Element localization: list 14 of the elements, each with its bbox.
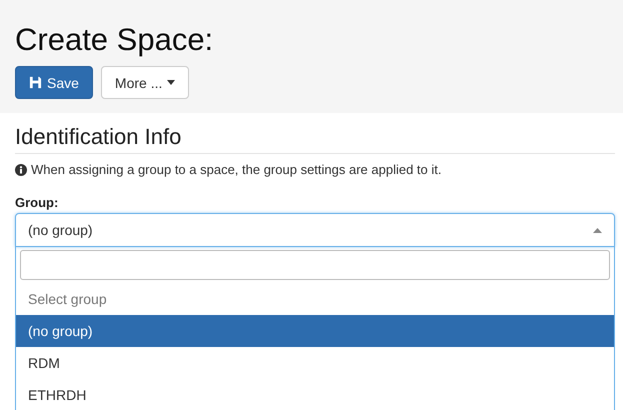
info-text: When assigning a group to a space, the group settings are applied to it.	[31, 162, 442, 177]
page-title: Create Space:	[15, 22, 214, 58]
section-heading: Identification Info	[15, 123, 615, 154]
search-field[interactable]	[20, 250, 610, 280]
group-option[interactable]: ETHRDH	[16, 379, 614, 410]
group-label: Group:	[15, 195, 60, 210]
more-dropdown-button[interactable]: More ...	[100, 66, 190, 99]
group-option[interactable]: (no group)	[16, 315, 614, 347]
caret-icon	[593, 228, 602, 232]
save-button[interactable]: Save	[15, 66, 93, 99]
group-select[interactable]: (no group)	[15, 213, 615, 247]
group-option[interactable]: RDM	[16, 347, 614, 379]
caret-down-icon	[167, 80, 176, 85]
info-icon	[15, 164, 27, 176]
